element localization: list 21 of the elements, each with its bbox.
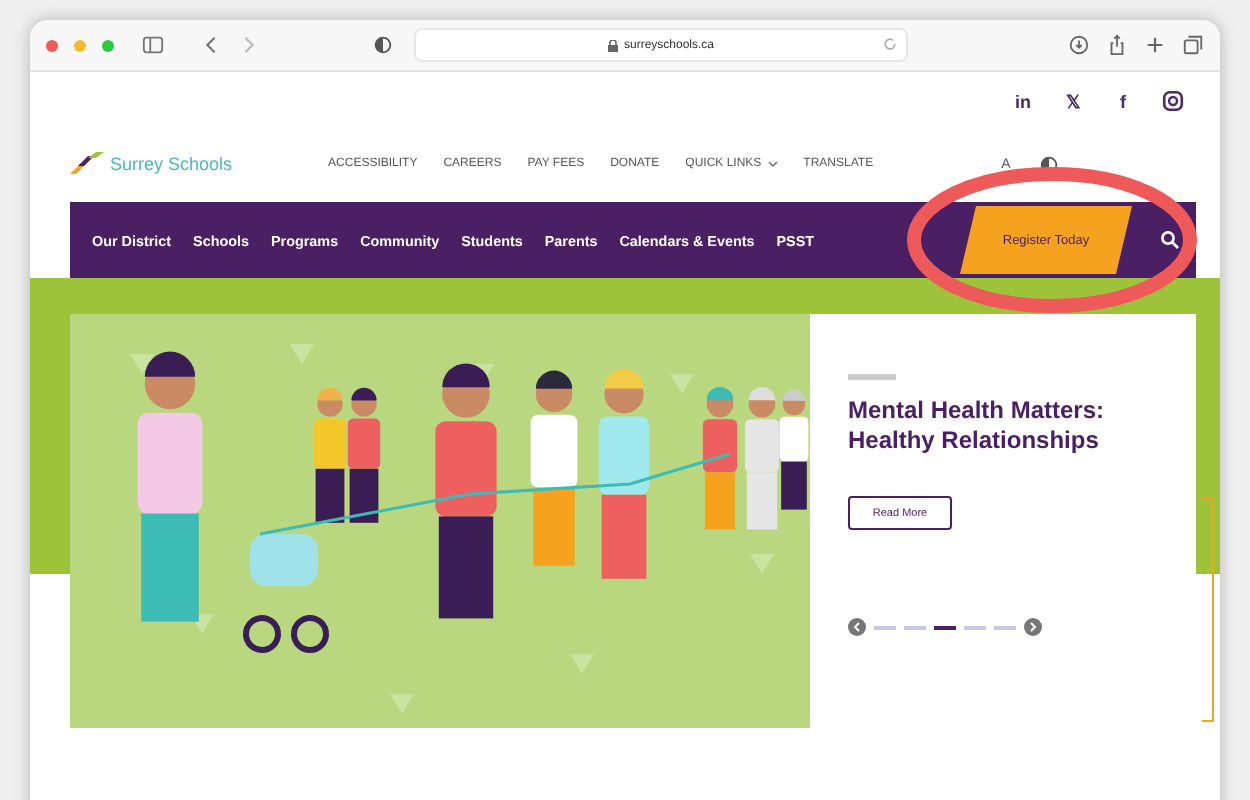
search-icon[interactable] [1160,230,1180,250]
category-tag-line [848,374,896,380]
hero-title: Mental Health Matters: Healthy Relationships [848,396,1107,456]
download-icon[interactable] [1068,34,1090,56]
slide-indicator[interactable] [934,625,956,629]
x-link[interactable]: 𝕏 [1062,90,1084,112]
privacy-icon[interactable] [372,34,394,56]
tabs-icon[interactable] [1182,34,1204,56]
caret-icon [767,160,778,168]
previous-slide-icon[interactable] [848,618,866,636]
close-icon[interactable] [46,39,58,51]
linkedin-link[interactable]: in [1012,90,1034,112]
instagram-icon[interactable] [1162,90,1184,112]
lock-icon [607,39,618,51]
next-slide-icon[interactable] [1024,618,1042,636]
facebook-link[interactable]: f [1112,90,1134,112]
logo-icon [66,150,106,178]
plus-icon[interactable] [1144,34,1166,56]
sidebar-icon[interactable] [142,34,164,56]
share-icon[interactable] [1106,34,1128,56]
reload-icon[interactable] [882,36,898,52]
